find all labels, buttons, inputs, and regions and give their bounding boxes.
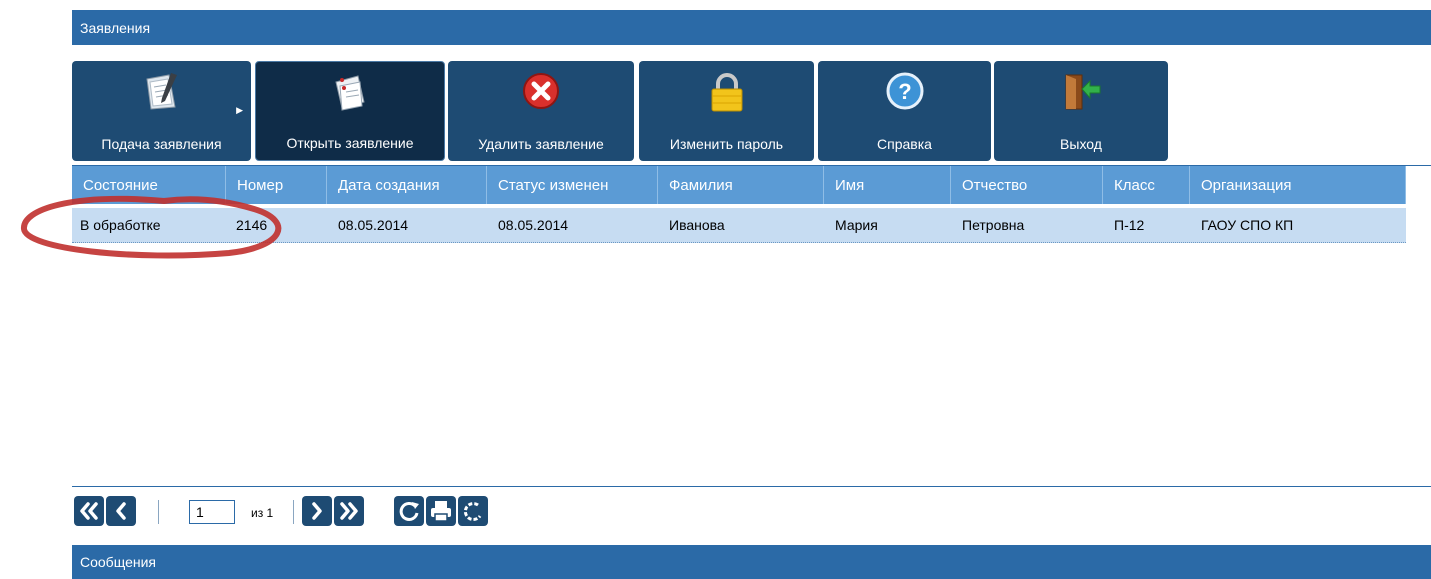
column-header-class[interactable]: Класс (1103, 166, 1190, 204)
delete-application-label: Удалить заявление (478, 136, 604, 152)
first-page-button[interactable] (74, 496, 104, 526)
reset-button[interactable] (458, 496, 488, 526)
messages-panel-header: Сообщения (72, 545, 1431, 579)
document-edit-icon (141, 71, 183, 114)
cell-last-name: Иванова (669, 217, 725, 233)
refresh-button[interactable] (394, 496, 424, 526)
pager-separator (158, 500, 159, 524)
column-header-first-name[interactable]: Имя (824, 166, 951, 204)
refresh-icon (399, 501, 419, 521)
previous-page-button[interactable] (106, 496, 136, 526)
help-icon: ? (885, 71, 925, 114)
last-page-button[interactable] (334, 496, 364, 526)
grid-header: Состояние Номер Дата создания Статус изм… (72, 166, 1406, 204)
delete-application-button[interactable]: Удалить заявление (448, 61, 634, 161)
cell-number: 2146 (236, 217, 268, 233)
exit-button[interactable]: Выход (994, 61, 1168, 161)
column-header-last-name[interactable]: Фамилия (658, 166, 824, 204)
column-header-status[interactable]: Состояние (72, 166, 226, 204)
toolbar: ▶ Подача заявления Открыть заявление Уда… (72, 61, 1431, 161)
help-button[interactable]: ? Справка (818, 61, 991, 161)
open-application-button[interactable]: Открыть заявление (255, 61, 445, 161)
reset-icon (463, 502, 482, 521)
double-chevron-right-icon (340, 502, 358, 520)
exit-door-icon (1060, 71, 1102, 114)
cell-status-changed: 08.05.2014 (498, 217, 569, 233)
pager: из 1 (72, 494, 572, 530)
column-header-number[interactable]: Номер (226, 166, 327, 204)
change-password-button[interactable]: Изменить пароль (639, 61, 814, 161)
messages-panel-title: Сообщения (80, 554, 156, 570)
open-application-label: Открыть заявление (286, 135, 414, 151)
cell-class: П-12 (1114, 217, 1145, 233)
page-count-label: из 1 (251, 506, 274, 520)
help-label: Справка (877, 136, 932, 152)
cell-status: В обработке (80, 217, 161, 233)
change-password-label: Изменить пароль (669, 136, 784, 152)
double-chevron-left-icon (80, 502, 98, 520)
submit-application-button[interactable]: ▶ Подача заявления (72, 61, 251, 161)
chevron-right-icon (312, 502, 322, 520)
applications-panel-title: Заявления (80, 19, 151, 36)
next-page-button[interactable] (302, 496, 332, 526)
svg-text:?: ? (898, 79, 911, 104)
dropdown-arrow-icon: ▶ (236, 105, 243, 115)
printer-icon (431, 501, 451, 522)
print-button[interactable] (426, 496, 456, 526)
delete-x-icon (521, 71, 561, 114)
exit-label: Выход (1060, 136, 1102, 152)
pager-separator (293, 500, 294, 524)
cell-patronymic: Петровна (962, 217, 1025, 233)
cell-first-name: Мария (835, 217, 878, 233)
table-row[interactable]: В обработке 2146 08.05.2014 08.05.2014 И… (72, 208, 1406, 243)
page-number-input[interactable] (189, 500, 235, 524)
column-header-status-changed[interactable]: Статус изменен (487, 166, 658, 204)
cell-organization: ГАОУ СПО КП (1201, 217, 1294, 233)
column-header-created-date[interactable]: Дата создания (327, 166, 487, 204)
cell-created-date: 08.05.2014 (338, 217, 409, 233)
open-documents-icon (328, 72, 372, 115)
submit-application-label: Подача заявления (101, 136, 222, 152)
applications-panel-header: Заявления (72, 10, 1431, 45)
pager-divider (72, 486, 1431, 487)
padlock-icon (708, 71, 746, 116)
column-header-organization[interactable]: Организация (1190, 166, 1406, 204)
chevron-left-icon (116, 502, 126, 520)
column-header-patronymic[interactable]: Отчество (951, 166, 1103, 204)
